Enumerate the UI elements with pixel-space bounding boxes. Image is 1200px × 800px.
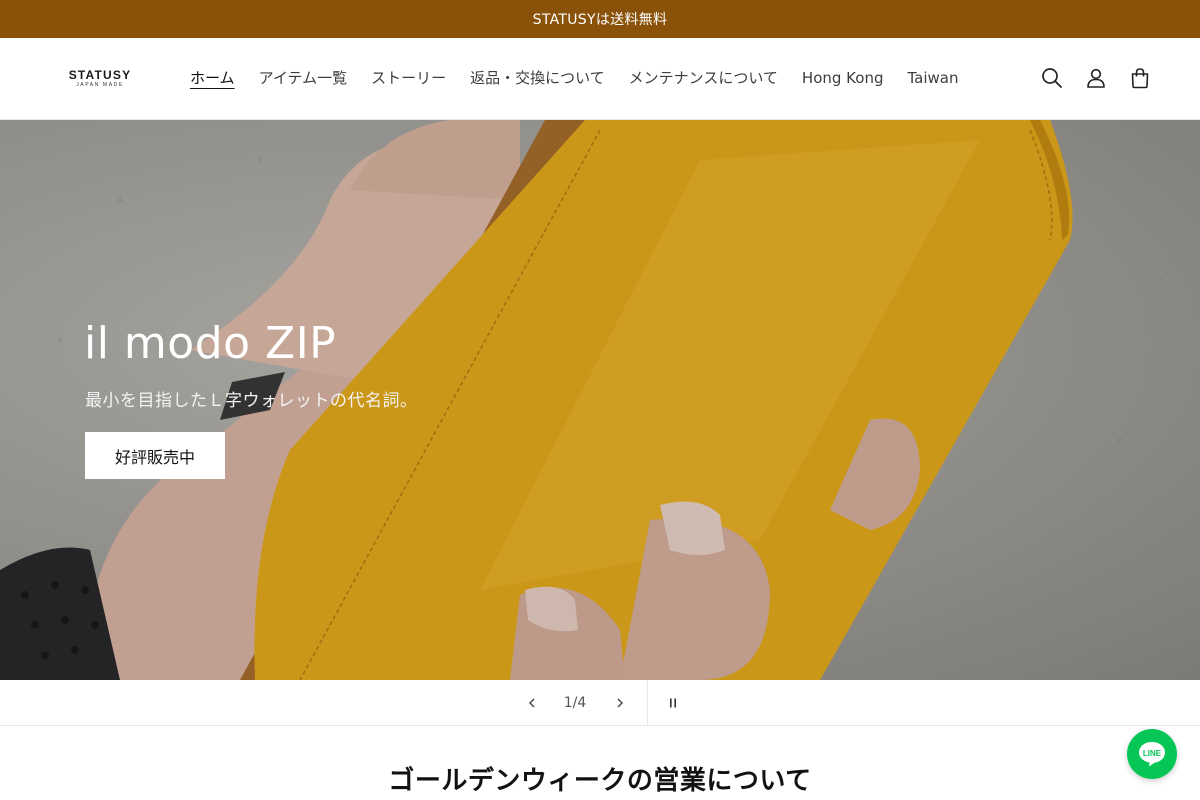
site-header: STATUSY JAPAN MADE ホーム アイテム一覧 ストーリー 返品・交… — [0, 38, 1200, 120]
slider-controls: 1/4 — [0, 680, 1200, 726]
brand-logo[interactable]: STATUSY JAPAN MADE — [68, 69, 132, 91]
announcement-text: STATUSYは送料無料 — [532, 12, 668, 28]
nav-item-maintenance[interactable]: メンテナンスについて — [617, 66, 790, 90]
nav-item-taiwan[interactable]: Taiwan — [895, 66, 970, 90]
line-chat-button[interactable]: LINE — [1127, 729, 1177, 779]
search-icon[interactable] — [1030, 64, 1074, 92]
pause-icon[interactable] — [652, 680, 694, 726]
hero-title: il modo ZIP — [84, 318, 337, 369]
nav-item-story[interactable]: ストーリー — [359, 66, 458, 90]
line-label: LINE — [1143, 749, 1162, 758]
hero-subtitle: 最小を目指したＬ字ウォレットの代名詞。 — [85, 391, 418, 411]
nav-item-home[interactable]: ホーム — [178, 66, 247, 90]
nav-item-items[interactable]: アイテム一覧 — [247, 66, 360, 90]
divider — [647, 680, 648, 726]
announcement-bar: STATUSYは送料無料 — [0, 0, 1200, 38]
cart-icon[interactable] — [1118, 64, 1162, 92]
logo-tagline: JAPAN MADE — [76, 82, 124, 88]
section-title: ゴールデンウィークの営業について — [388, 766, 812, 796]
nav-item-hong-kong[interactable]: Hong Kong — [790, 66, 896, 90]
main-nav: ホーム アイテム一覧 ストーリー 返品・交換について メンテナンスについて Ho… — [178, 66, 971, 90]
nav-item-returns[interactable]: 返品・交換について — [458, 66, 617, 90]
account-icon[interactable] — [1074, 64, 1118, 92]
slide-counter: 1/4 — [563, 695, 587, 711]
logo-wordmark: STATUSY — [68, 68, 132, 82]
header-icons — [1030, 64, 1162, 92]
chevron-right-icon[interactable] — [600, 680, 640, 726]
line-icon: LINE — [1139, 742, 1165, 767]
hero-cta-button[interactable]: 好評販売中 — [85, 432, 225, 479]
chevron-left-icon[interactable] — [512, 680, 552, 726]
hero-slideshow: il modo ZIP 最小を目指したＬ字ウォレットの代名詞。 好評販売中 — [0, 120, 1200, 680]
